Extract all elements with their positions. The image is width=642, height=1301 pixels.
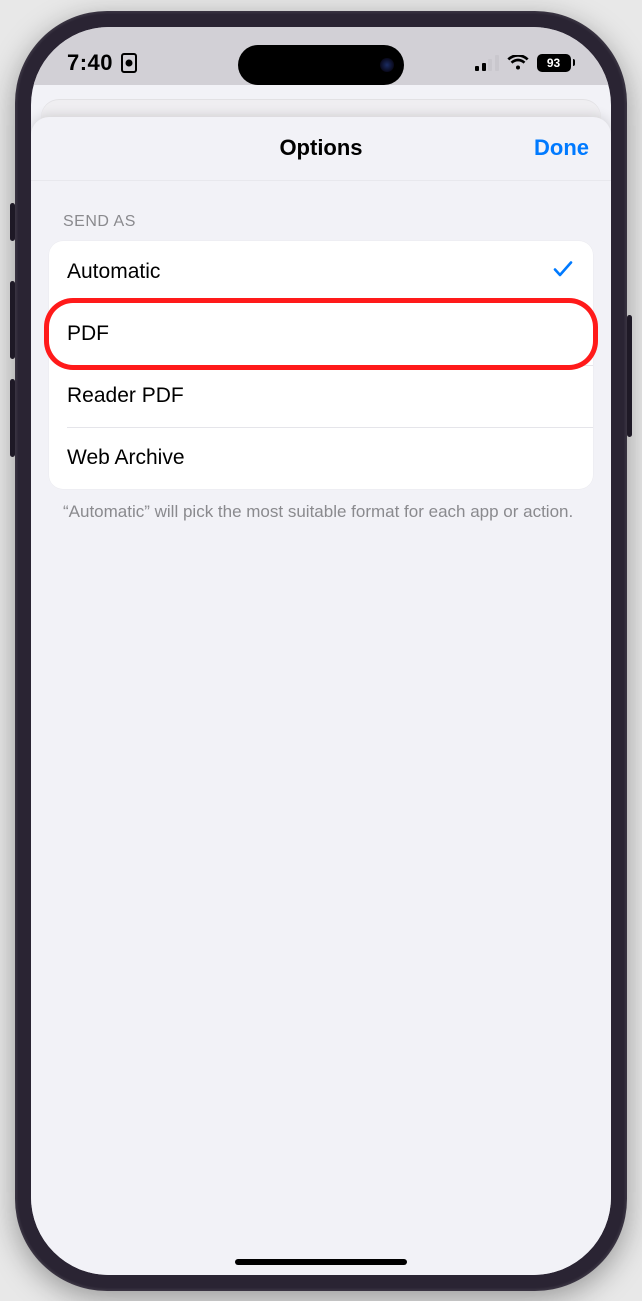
status-time: 7:40: [67, 50, 113, 76]
sheet-navbar: Options Done: [31, 117, 611, 181]
power-button[interactable]: [627, 315, 632, 437]
screen: 7:40 93 Options Done: [31, 27, 611, 1275]
list-item-automatic[interactable]: Automatic: [49, 241, 593, 303]
cellular-signal-icon: [475, 55, 499, 71]
list-item-web-archive[interactable]: Web Archive: [49, 427, 593, 489]
options-sheet: Options Done SEND AS Automatic PDF: [31, 117, 611, 1275]
sheet-title: Options: [279, 135, 362, 161]
list-item-label: PDF: [67, 322, 109, 346]
phone-frame: 7:40 93 Options Done: [15, 11, 627, 1291]
volume-up-button[interactable]: [10, 281, 15, 359]
list-item-pdf[interactable]: PDF: [49, 303, 593, 365]
battery-level: 93: [547, 56, 560, 70]
silence-switch[interactable]: [10, 203, 15, 241]
list-item-label: Web Archive: [67, 446, 185, 470]
battery-icon: 93: [537, 54, 576, 72]
dynamic-island: [238, 45, 404, 85]
home-indicator[interactable]: [235, 1259, 407, 1265]
section-header: SEND AS: [49, 213, 593, 241]
list-item-label: Automatic: [67, 260, 160, 284]
section-footer: “Automatic” will pick the most suitable …: [49, 489, 593, 524]
done-button[interactable]: Done: [534, 135, 589, 161]
list-item-label: Reader PDF: [67, 384, 184, 408]
wifi-icon: [507, 55, 529, 71]
send-as-section: SEND AS Automatic PDF Reader PDF: [31, 181, 611, 524]
list-item-reader-pdf[interactable]: Reader PDF: [49, 365, 593, 427]
volume-down-button[interactable]: [10, 379, 15, 457]
format-list: Automatic PDF Reader PDF Web Archive: [49, 241, 593, 489]
orientation-lock-icon: [121, 53, 137, 73]
checkmark-icon: [551, 257, 575, 286]
